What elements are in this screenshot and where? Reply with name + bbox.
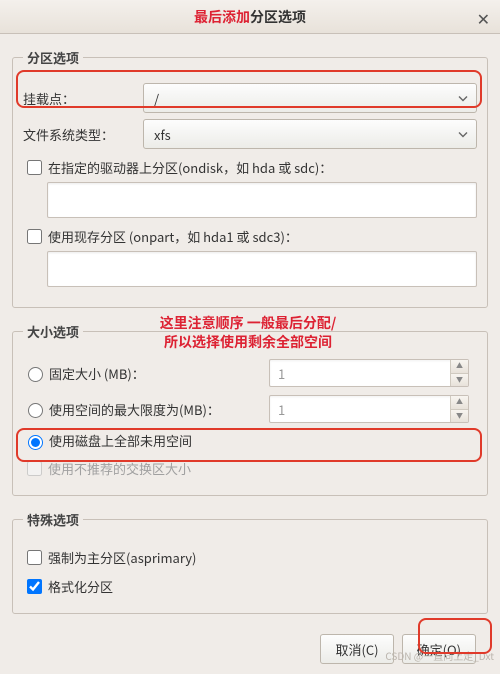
format-checkbox[interactable] xyxy=(27,579,42,594)
extra-options-group: 特殊选项 强制为主分区(asprimary) 格式化分区 xyxy=(12,510,488,614)
watermark: CSDN @一直向上走_Dxt xyxy=(385,648,494,663)
asprimary-label: 强制为主分区(asprimary) xyxy=(48,548,196,567)
onpart-label: 使用现存分区 (onpart，如 hda1 或 sdc3)： xyxy=(48,227,298,246)
max-size-radio[interactable] xyxy=(28,403,43,418)
size-legend: 大小选项 xyxy=(23,322,83,341)
filesystem-dropdown[interactable]: xfs xyxy=(143,119,477,149)
title-rest: 分区选项 xyxy=(250,7,306,27)
filesystem-row: 文件系统类型： xfs xyxy=(23,119,477,149)
asprimary-checkbox[interactable] xyxy=(27,550,42,565)
fill-space-row: 使用磁盘上全部未用空间 xyxy=(23,431,477,450)
partition-legend: 分区选项 xyxy=(23,48,83,67)
fixed-size-row: 固定大小 (MB)： 1 ▲▼ xyxy=(23,359,477,387)
swap-label: 使用不推荐的交换区大小 xyxy=(48,459,191,478)
fixed-size-radio[interactable] xyxy=(28,367,43,382)
extra-legend: 特殊选项 xyxy=(23,510,83,529)
mount-point-value: / xyxy=(154,89,159,108)
swap-checkbox xyxy=(27,461,42,476)
ondisk-checkbox[interactable] xyxy=(27,160,42,175)
mount-point-label: 挂载点： xyxy=(23,89,143,108)
format-label: 格式化分区 xyxy=(48,577,113,596)
ondisk-input[interactable] xyxy=(47,182,477,218)
chevron-down-icon xyxy=(458,125,468,144)
fill-space-radio[interactable] xyxy=(28,435,43,450)
ondisk-row: 在指定的驱动器上分区(ondisk，如 hda 或 sdc)： xyxy=(23,157,477,178)
titlebar: 最后添加分区选项 ✕ xyxy=(0,0,500,34)
cancel-button[interactable]: 取消(C) xyxy=(320,634,393,664)
stepper-icon[interactable]: ▲▼ xyxy=(450,396,468,422)
window-title: 最后添加分区选项 xyxy=(194,7,306,27)
stepper-icon[interactable]: ▲▼ xyxy=(450,360,468,386)
close-icon[interactable]: ✕ xyxy=(477,6,490,30)
max-size-input[interactable]: 1 ▲▼ xyxy=(269,395,469,423)
fill-space-label: 使用磁盘上全部未用空间 xyxy=(49,431,192,450)
fixed-size-label: 固定大小 (MB)： xyxy=(49,364,269,383)
dialog-content: 分区选项 挂载点： / 文件系统类型： xfs 在指定的驱动器上分区(ondis… xyxy=(0,34,500,674)
max-size-value: 1 xyxy=(278,400,285,419)
onpart-checkbox[interactable] xyxy=(27,229,42,244)
format-row: 格式化分区 xyxy=(23,576,477,597)
ondisk-input-wrap xyxy=(47,182,477,218)
asprimary-row: 强制为主分区(asprimary) xyxy=(23,547,477,568)
partition-options-group: 分区选项 挂载点： / 文件系统类型： xfs 在指定的驱动器上分区(ondis… xyxy=(12,48,488,308)
max-size-label: 使用空间的最大限度为(MB)： xyxy=(49,400,269,419)
title-prefix: 最后添加 xyxy=(194,7,250,27)
max-size-row: 使用空间的最大限度为(MB)： 1 ▲▼ xyxy=(23,395,477,423)
ondisk-label: 在指定的驱动器上分区(ondisk，如 hda 或 sdc)： xyxy=(48,158,332,177)
onpart-input-wrap xyxy=(47,251,477,287)
filesystem-label: 文件系统类型： xyxy=(23,125,143,144)
fixed-size-input[interactable]: 1 ▲▼ xyxy=(269,359,469,387)
filesystem-value: xfs xyxy=(154,125,171,144)
mount-point-row: 挂载点： / xyxy=(23,83,477,113)
swap-row: 使用不推荐的交换区大小 xyxy=(23,458,477,479)
onpart-input[interactable] xyxy=(47,251,477,287)
onpart-row: 使用现存分区 (onpart，如 hda1 或 sdc3)： xyxy=(23,226,477,247)
chevron-down-icon xyxy=(458,89,468,108)
mount-point-dropdown[interactable]: / xyxy=(143,83,477,113)
fixed-size-value: 1 xyxy=(278,364,285,383)
size-options-group: 大小选项 固定大小 (MB)： 1 ▲▼ 使用空间的最大限度为(MB)： 1 ▲… xyxy=(12,322,488,496)
